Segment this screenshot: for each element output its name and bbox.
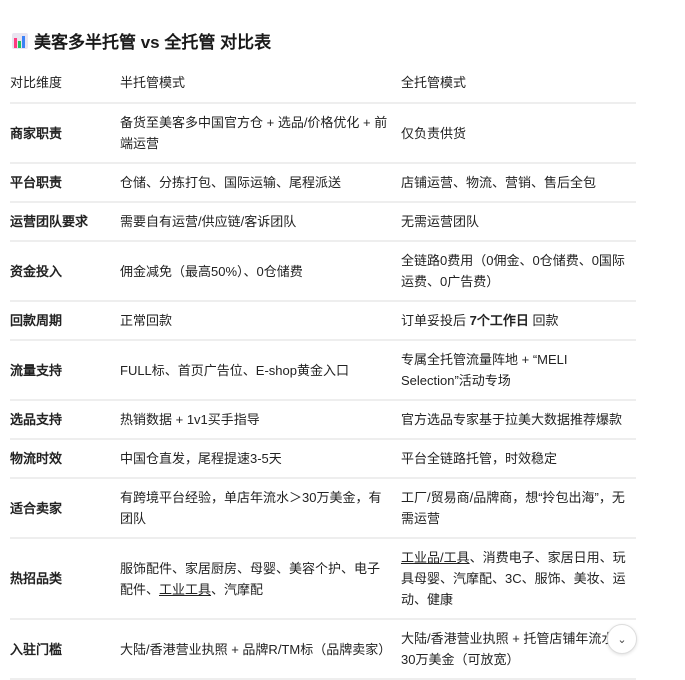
comparison-table: 对比维度 半托管模式 全托管模式 商家职责 备货至美客多中国官方仓 + 选品/价格…	[10, 62, 636, 680]
cell-text: 热销数据 + 1v1买手指导	[120, 412, 260, 427]
category-link[interactable]: 工业品/工具	[401, 550, 470, 565]
cell-text: 选品支持	[10, 412, 63, 427]
cell-text: 回款周期	[10, 313, 63, 328]
cell-text: 官方选品专家基于拉美大数据推荐爆款	[401, 412, 623, 427]
cell-text: 佣金减免（最高50%）、0仓储费	[120, 263, 303, 279]
cell-text: 备货至美客多中国官方仓 + 选品/价格优化 + 前端运营	[120, 115, 388, 151]
cell-fully-managed: 工厂/贸易商/品牌商，想“拎包出海”，无需运营	[401, 478, 636, 539]
cell-text: 回款	[528, 313, 559, 328]
cell-text: 平台全链路托管，时效稳定	[401, 451, 558, 466]
cell-fully-managed: 大陆/香港营业执照 + 托管店铺年流水＞30万美金（可放宽）	[401, 619, 636, 680]
cell-text: 运营团队要求	[10, 214, 89, 229]
table-row: 选品支持 热销数据 + 1v1买手指导 官方选品专家基于拉美大数据推荐爆款	[10, 400, 636, 440]
cell-text: 7个工作日	[469, 313, 529, 328]
table-row: 物流时效 中国仓直发，尾程提速3-5天 平台全链路托管，时效稳定	[10, 439, 636, 479]
table-row: 回款周期 正常回款 订单妥投后 7个工作日 回款	[10, 301, 636, 341]
cell-dimension: 入驻门槛	[10, 619, 120, 680]
cell-text: 、汽摩配	[211, 581, 264, 597]
cell-text: 平台职责	[10, 175, 63, 190]
chevron-down-icon: ⌄	[617, 633, 627, 646]
cell-text: 有跨境平台经验，单店年流水＞30万美金，有团队	[120, 490, 382, 526]
cell-text: 商家职责	[10, 125, 63, 141]
table-row: 商家职责 备货至美客多中国官方仓 + 选品/价格优化 + 前端运营 仅负责供货	[10, 103, 636, 164]
cell-text: 物流时效	[10, 451, 63, 466]
cell-dimension: 商家职责	[10, 103, 120, 164]
cell-dimension: 适合卖家	[10, 478, 120, 539]
table-row: 热招品类 服饰配件、家居厨房、母婴、美容个护、电子配件、工业工具、汽摩配 工业品/工…	[10, 538, 636, 620]
cell-semi-managed: FULL标、首页广告位、E-shop黄金入口	[120, 340, 401, 401]
table-row: 运营团队要求 需要自有运营/供应链/客诉团队 无需运营团队	[10, 202, 636, 242]
cell-text: 无需运营团队	[401, 214, 480, 229]
cell-fully-managed: 平台全链路托管，时效稳定	[401, 439, 636, 479]
category-link[interactable]: 工业工具	[159, 582, 211, 597]
cell-text: 需要自有运营/供应链/客诉团队	[120, 214, 297, 229]
cell-fully-managed: 店铺运营、物流、营销、售后全包	[401, 163, 636, 203]
cell-semi-managed: 备货至美客多中国官方仓 + 选品/价格优化 + 前端运营	[120, 103, 401, 164]
table-row: 资金投入 佣金减免（最高50%）、0仓储费 全链路0费用（0佣金、0仓储费、0国际运…	[10, 241, 636, 302]
cell-text: 资金投入	[10, 263, 63, 279]
header-fully-managed: 全托管模式	[401, 62, 636, 104]
cell-dimension: 回款周期	[10, 301, 120, 341]
cell-semi-managed: 佣金减免（最高50%）、0仓储费	[120, 241, 401, 302]
page-title: 美客多半托管 vs 全托管 对比表	[12, 28, 271, 53]
cell-semi-managed: 需要自有运营/供应链/客诉团队	[120, 202, 401, 242]
cell-text: 仓储、分拣打包、国际运输、尾程派送	[120, 175, 342, 190]
cell-text: 大陆/香港营业执照 + 品牌R/TM标（品牌卖家）	[120, 641, 392, 657]
cell-text: FULL标、首页广告位、E-shop黄金入口	[120, 362, 349, 378]
table-row: 入驻门槛 大陆/香港营业执照 + 品牌R/TM标（品牌卖家） 大陆/香港营业执照 +…	[10, 619, 636, 680]
header-semi-managed: 半托管模式	[120, 62, 401, 104]
cell-dimension: 物流时效	[10, 439, 120, 479]
scroll-down-button[interactable]: ⌄	[607, 624, 637, 654]
cell-text: 入驻门槛	[10, 641, 63, 657]
cell-semi-managed: 有跨境平台经验，单店年流水＞30万美金，有团队	[120, 478, 401, 539]
cell-text: 工厂/贸易商/品牌商，想“拎包出海”，无需运营	[401, 490, 625, 526]
cell-dimension: 平台职责	[10, 163, 120, 203]
table-row: 适合卖家 有跨境平台经验，单店年流水＞30万美金，有团队 工厂/贸易商/品牌商，想“…	[10, 478, 636, 539]
cell-text: 正常回款	[120, 313, 173, 328]
cell-dimension: 选品支持	[10, 400, 120, 440]
table-row: 平台职责 仓储、分拣打包、国际运输、尾程派送 店铺运营、物流、营销、售后全包	[10, 163, 636, 203]
cell-text: 仅负责供货	[401, 125, 467, 141]
table-row: 流量支持 FULL标、首页广告位、E-shop黄金入口 专属全托管流量阵地 + “M…	[10, 340, 636, 401]
table-header-row: 对比维度 半托管模式 全托管模式	[10, 62, 636, 104]
bar-chart-icon	[12, 32, 28, 49]
cell-dimension: 热招品类	[10, 538, 120, 620]
cell-fully-managed: 订单妥投后 7个工作日 回款	[401, 301, 636, 341]
cell-text: 中国仓直发，尾程提速3-5天	[120, 451, 282, 466]
cell-text: 适合卖家	[10, 500, 63, 516]
cell-text: 大陆/香港营业执照 + 托管店铺年流水＞30万美金（可放宽）	[401, 631, 628, 667]
cell-text: 热招品类	[10, 571, 63, 586]
cell-fully-managed: 工业品/工具、消费电子、家居日用、玩具母婴、汽摩配、3C、服饰、美妆、运动、健康	[401, 538, 636, 620]
cell-semi-managed: 服饰配件、家居厨房、母婴、美容个护、电子配件、工业工具、汽摩配	[120, 538, 401, 620]
cell-semi-managed: 仓储、分拣打包、国际运输、尾程派送	[120, 163, 401, 203]
cell-text: 订单妥投后	[401, 313, 470, 328]
cell-dimension: 流量支持	[10, 340, 120, 401]
cell-text: 专属全托管流量阵地 + “MELI Selection”活动专场	[401, 352, 568, 388]
cell-fully-managed: 全链路0费用（0佣金、0仓储费、0国际运费、0广告费）	[401, 241, 636, 302]
cell-semi-managed: 中国仓直发，尾程提速3-5天	[120, 439, 401, 479]
cell-fully-managed: 专属全托管流量阵地 + “MELI Selection”活动专场	[401, 340, 636, 401]
cell-dimension: 运营团队要求	[10, 202, 120, 242]
cell-fully-managed: 仅负责供货	[401, 103, 636, 164]
cell-semi-managed: 热销数据 + 1v1买手指导	[120, 400, 401, 440]
cell-text: 全链路0费用（0佣金、0仓储费、0国际运费、0广告费）	[401, 253, 625, 289]
cell-semi-managed: 大陆/香港营业执照 + 品牌R/TM标（品牌卖家）	[120, 619, 401, 680]
title-text: 美客多半托管 vs 全托管 对比表	[34, 33, 272, 52]
cell-semi-managed: 正常回款	[120, 301, 401, 341]
cell-fully-managed: 官方选品专家基于拉美大数据推荐爆款	[401, 400, 636, 440]
cell-text: 店铺运营、物流、营销、售后全包	[401, 175, 597, 190]
cell-text: 流量支持	[10, 362, 63, 378]
header-dimension: 对比维度	[10, 62, 120, 104]
cell-fully-managed: 无需运营团队	[401, 202, 636, 242]
cell-dimension: 资金投入	[10, 241, 120, 302]
